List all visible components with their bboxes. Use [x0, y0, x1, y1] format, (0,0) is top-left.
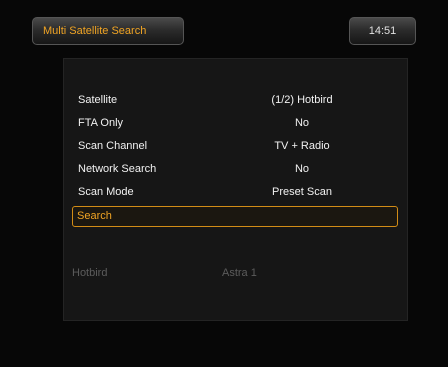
satellite-name: Hotbird — [72, 267, 108, 279]
menu-item-label: FTA Only — [78, 117, 124, 129]
menu-item-value: Preset Scan — [272, 186, 332, 198]
menu-item-value: No — [294, 163, 310, 175]
menu-item-label: Scan Mode — [78, 186, 134, 198]
screen: Multi Satellite Search 14:51 Satellite (… — [0, 0, 448, 367]
menu-item-satellite[interactable]: Satellite (1/2) Hotbird — [72, 90, 398, 110]
menu-item-value: TV + Radio — [274, 140, 330, 152]
menu-item-scan-mode[interactable]: Scan Mode Preset Scan — [72, 182, 398, 202]
page-title: Multi Satellite Search — [32, 17, 184, 45]
clock-text: 14:51 — [368, 25, 397, 37]
satellite-list: Hotbird Astra 1 — [72, 267, 398, 285]
menu-item-fta-only[interactable]: FTA Only No — [72, 113, 398, 133]
clock: 14:51 — [349, 17, 416, 45]
search-button-label: Search — [77, 210, 112, 222]
menu-item-label: Scan Channel — [78, 140, 148, 152]
page-title-text: Multi Satellite Search — [43, 25, 147, 37]
search-button[interactable]: Search — [72, 206, 398, 227]
menu-item-scan-channel[interactable]: Scan Channel TV + Radio — [72, 136, 398, 156]
satellite-name: Astra 1 — [222, 267, 257, 279]
menu-item-network-search[interactable]: Network Search No — [72, 159, 398, 179]
menu-item-value: (1/2) Hotbird — [271, 94, 333, 106]
menu-item-value: No — [294, 117, 310, 129]
menu-item-label: Satellite — [78, 94, 118, 106]
search-settings-panel: Satellite (1/2) Hotbird FTA Only No Scan… — [63, 58, 408, 321]
menu-item-label: Network Search — [78, 163, 157, 175]
